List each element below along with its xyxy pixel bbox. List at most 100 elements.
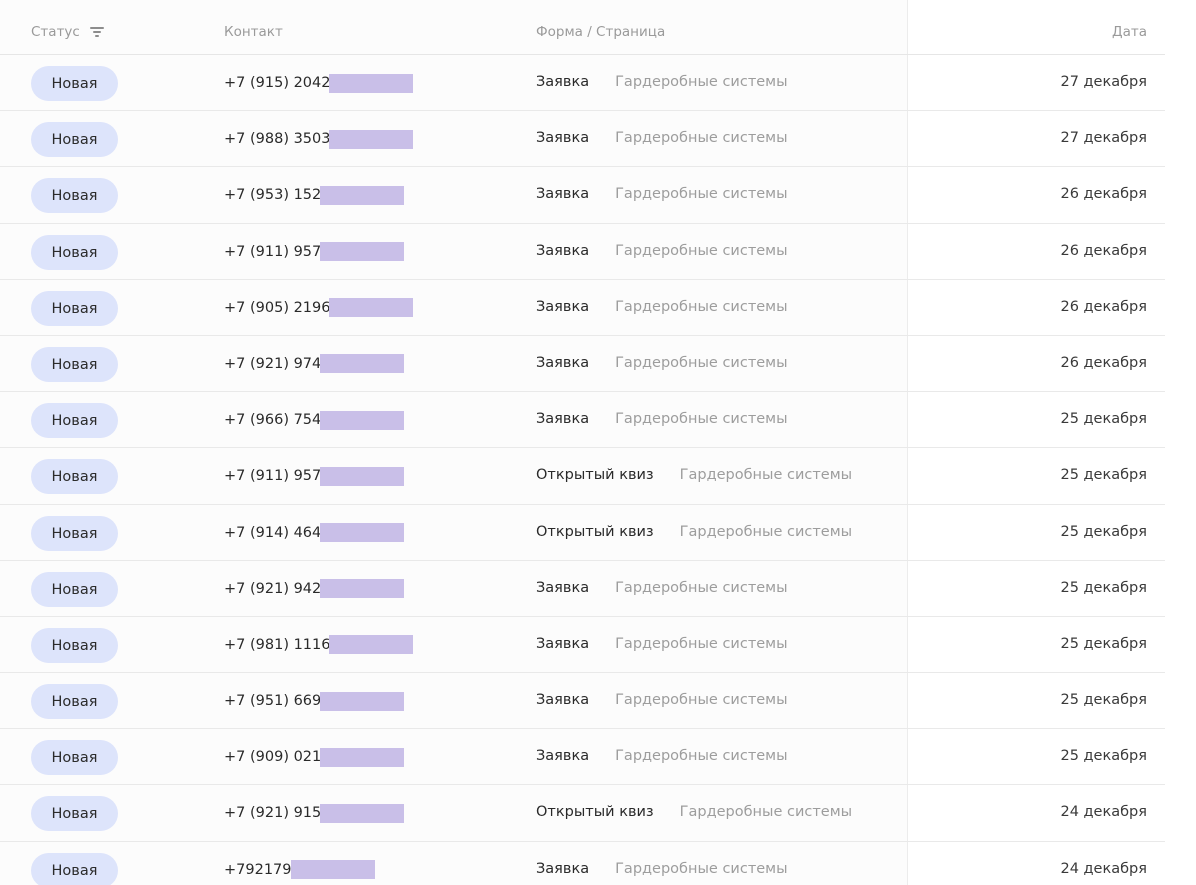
table-row[interactable]: Новая +7 (911) 957 Открытый квиз Гардероб… <box>0 448 1165 505</box>
contact-cell[interactable]: +792179 <box>224 842 375 885</box>
status-badge[interactable]: Новая <box>31 571 118 607</box>
phone-number: +7 (966) 754 <box>224 412 322 429</box>
status-badge[interactable]: Новая <box>31 740 118 776</box>
contact-cell[interactable]: +7 (911) 957 <box>224 224 405 280</box>
table-row[interactable]: Новая +7 (909) 021 Заявка Гардеробные сис… <box>0 729 1165 786</box>
contact-cell[interactable]: +7 (914) 464 <box>224 505 405 561</box>
page-name: Гардеробные системы <box>615 74 788 90</box>
date-cell: 25 декабря <box>1060 523 1147 540</box>
redaction-block <box>320 579 405 599</box>
table-body: Новая +7 (915) 2042 Заявка Гардеробные си… <box>0 55 1165 885</box>
page-name: Гардеробные системы <box>615 242 788 259</box>
form-name: Заявка <box>536 186 590 203</box>
form-name: Заявка <box>536 748 590 765</box>
contact-cell[interactable]: +7 (915) 2042 <box>224 55 414 111</box>
redaction-block <box>320 185 405 205</box>
status-badge[interactable]: Новая <box>31 459 118 495</box>
phone-number: +7 (921) 974 <box>224 355 322 372</box>
table-row[interactable]: Новая +7 (905) 2196 Заявка Гардеробные си… <box>0 280 1165 336</box>
table-row[interactable]: Новая +7 (981) 1116 Заявка Гардеробные си… <box>0 617 1165 674</box>
page-name: Гардеробные системы <box>615 579 788 596</box>
page-name: Гардеробные системы <box>615 635 788 652</box>
page-name: Гардеробные системы <box>615 692 788 709</box>
table-row[interactable]: Новая +7 (921) 974 Заявка Гардеробные сис… <box>0 336 1165 393</box>
form-page-cell: Заявка Гардеробные системы <box>536 617 788 673</box>
status-badge[interactable]: Новая <box>31 684 118 720</box>
form-name: Заявка <box>536 579 590 596</box>
date-cell: 26 декабря <box>1060 186 1147 203</box>
contact-cell[interactable]: +7 (966) 754 <box>224 392 405 448</box>
table-row[interactable]: Новая +7 (914) 464 Открытый квиз Гардероб… <box>0 505 1165 561</box>
table-row[interactable]: Новая +7 (966) 754 Заявка Гардеробные сис… <box>0 392 1165 449</box>
table-header: Статус Контакт Форма / Страница Дата <box>0 0 1165 55</box>
page-name: Гардеробные системы <box>615 860 788 877</box>
status-badge[interactable]: Новая <box>31 290 118 326</box>
form-name: Заявка <box>536 860 590 877</box>
table-row[interactable]: Новая +7 (921) 942 Заявка Гардеробные сис… <box>0 561 1165 617</box>
header-form-page: Форма / Страница <box>536 24 666 40</box>
form-name: Открытый квиз <box>536 523 654 540</box>
contact-cell[interactable]: +7 (981) 1116 <box>224 617 414 673</box>
table-row[interactable]: Новая +7 (953) 152 Заявка Гардеробные сис… <box>0 167 1165 224</box>
date-cell: 24 декабря <box>1060 860 1147 877</box>
status-badge[interactable]: Новая <box>31 403 118 439</box>
date-cell: 26 декабря <box>1060 242 1147 259</box>
contact-cell[interactable]: +7 (921) 974 <box>224 336 405 392</box>
date-cell: 25 декабря <box>1060 411 1147 428</box>
status-badge[interactable]: Новая <box>31 852 118 885</box>
table-row[interactable]: Новая +792179 Заявка Гардеробные системы … <box>0 842 1165 885</box>
contact-cell[interactable]: +7 (921) 915 <box>224 785 405 841</box>
status-badge[interactable]: Новая <box>31 346 118 382</box>
table-row[interactable]: Новая +7 (911) 957 Заявка Гардеробные сис… <box>0 224 1165 280</box>
redaction-block <box>320 691 405 711</box>
status-badge[interactable]: Новая <box>31 122 118 158</box>
phone-number: +7 (921) 915 <box>224 805 322 822</box>
contact-cell[interactable]: +7 (951) 669 <box>224 673 405 729</box>
phone-number: +7 (915) 2042 <box>224 75 331 91</box>
header-contact: Контакт <box>224 24 283 40</box>
form-page-cell: Заявка Гардеробные системы <box>536 111 788 167</box>
contact-cell[interactable]: +7 (911) 957 <box>224 448 405 504</box>
form-page-cell: Открытый квиз Гардеробные системы <box>536 505 852 561</box>
contact-cell[interactable]: +7 (921) 942 <box>224 561 405 617</box>
filter-icon[interactable] <box>89 26 104 38</box>
status-badge[interactable]: Новая <box>31 796 118 832</box>
table-row[interactable]: Новая +7 (915) 2042 Заявка Гардеробные си… <box>0 55 1165 112</box>
redaction-block <box>320 466 405 486</box>
form-page-cell: Заявка Гардеробные системы <box>536 336 788 392</box>
status-badge[interactable]: Новая <box>31 515 118 551</box>
phone-number: +7 (905) 2196 <box>224 299 331 316</box>
status-badge[interactable]: Новая <box>31 234 118 270</box>
status-badge[interactable]: Новая <box>31 66 118 101</box>
form-page-cell: Заявка Гардеробные системы <box>536 842 788 885</box>
date-cell: 25 декабря <box>1060 467 1147 484</box>
phone-number: +792179 <box>224 861 292 878</box>
header-date[interactable]: Дата <box>1000 0 1147 55</box>
form-page-cell: Заявка Гардеробные системы <box>536 55 788 111</box>
phone-number: +7 (951) 669 <box>224 693 322 710</box>
form-page-cell: Заявка Гардеробные системы <box>536 729 788 785</box>
redaction-block <box>329 298 414 318</box>
table-row[interactable]: Новая +7 (951) 669 Заявка Гардеробные сис… <box>0 673 1165 730</box>
header-status-label: Статус <box>31 24 80 40</box>
contact-cell[interactable]: +7 (905) 2196 <box>224 280 414 336</box>
redaction-block <box>320 242 405 262</box>
contact-cell[interactable]: +7 (909) 021 <box>224 729 405 785</box>
status-badge[interactable]: Новая <box>31 178 118 214</box>
redaction-block <box>329 635 414 655</box>
form-page-cell: Заявка Гардеробные системы <box>536 167 788 223</box>
date-cell: 25 декабря <box>1060 692 1147 709</box>
table-row[interactable]: Новая +7 (988) 3503 Заявка Гардеробные си… <box>0 111 1165 168</box>
date-cell: 24 декабря <box>1060 804 1147 821</box>
page-name: Гардеробные системы <box>615 186 788 203</box>
form-name: Заявка <box>536 635 590 652</box>
contact-cell[interactable]: +7 (988) 3503 <box>224 111 414 167</box>
date-cell: 26 декабря <box>1060 354 1147 371</box>
form-name: Открытый квиз <box>536 467 654 484</box>
contact-cell[interactable]: +7 (953) 152 <box>224 167 405 223</box>
form-name: Заявка <box>536 242 590 259</box>
table-row[interactable]: Новая +7 (921) 915 Открытый квиз Гардероб… <box>0 785 1165 842</box>
status-badge[interactable]: Новая <box>31 627 118 663</box>
date-cell: 25 декабря <box>1060 635 1147 652</box>
date-cell: 25 декабря <box>1060 579 1147 596</box>
